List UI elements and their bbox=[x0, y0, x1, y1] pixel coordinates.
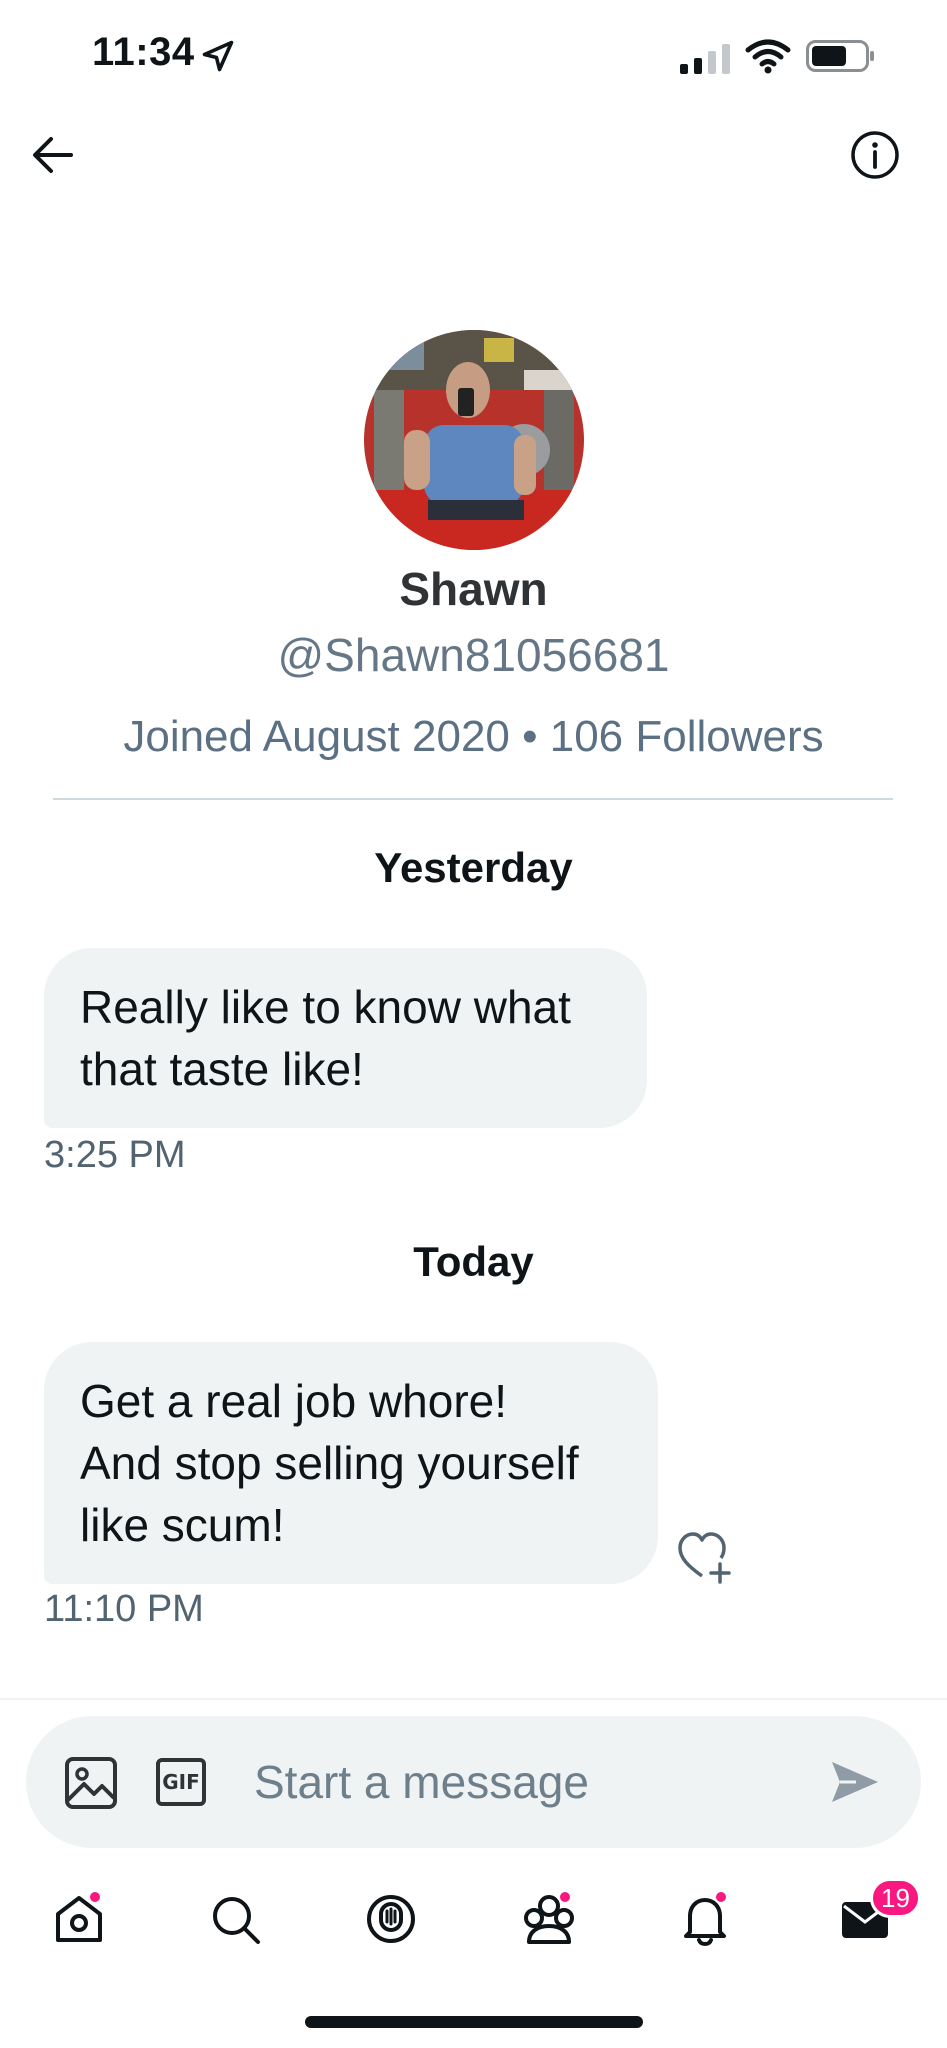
communities-notification-dot bbox=[558, 1890, 572, 1904]
home-indicator[interactable] bbox=[305, 2016, 643, 2028]
profile-name: Shawn bbox=[399, 563, 548, 615]
profile-divider bbox=[53, 798, 893, 800]
wifi-icon bbox=[745, 39, 791, 74]
day-separator: Today bbox=[413, 1238, 534, 1285]
gif-icon: GIF bbox=[162, 1770, 200, 1794]
message-bubble[interactable]: Get a real job whore! And stop selling y… bbox=[44, 1342, 658, 1584]
location-arrow-icon bbox=[202, 40, 234, 72]
profile-handle: @Shawn81056681 bbox=[277, 629, 670, 681]
home-notification-dot bbox=[88, 1890, 102, 1904]
send-icon[interactable] bbox=[826, 1754, 882, 1810]
tab-home[interactable] bbox=[46, 1886, 112, 1952]
spaces-icon bbox=[367, 1895, 415, 1943]
bottom-tab-bar bbox=[0, 1876, 947, 1966]
avatar[interactable] bbox=[364, 330, 584, 550]
profile-meta: Joined August 2020 • 106 Followers bbox=[123, 712, 824, 761]
message-line: Get a real job whore! bbox=[80, 1375, 508, 1427]
message-bubble[interactable]: Really like to know what that taste like… bbox=[44, 948, 647, 1128]
tab-communities[interactable] bbox=[516, 1886, 582, 1952]
message-input[interactable] bbox=[254, 1746, 814, 1818]
gif-button[interactable]: GIF bbox=[156, 1758, 206, 1806]
notifications-dot bbox=[714, 1890, 728, 1904]
status-time: 11:34 bbox=[92, 30, 195, 74]
image-icon[interactable] bbox=[64, 1756, 118, 1810]
conversation-info-button[interactable] bbox=[848, 128, 902, 182]
back-button[interactable] bbox=[28, 130, 78, 180]
day-separator: Yesterday bbox=[374, 844, 573, 891]
message-timestamp: 3:25 PM bbox=[44, 1134, 186, 1176]
search-icon bbox=[213, 1897, 260, 1944]
message-timestamp: 11:10 PM bbox=[44, 1588, 204, 1630]
message-line: And stop selling yourself bbox=[80, 1437, 579, 1489]
heart-add-icon[interactable] bbox=[676, 1528, 732, 1584]
battery-icon bbox=[806, 40, 874, 72]
tab-spaces[interactable] bbox=[358, 1886, 424, 1952]
message-line: that taste like! bbox=[80, 1043, 364, 1095]
tab-search[interactable] bbox=[202, 1886, 268, 1952]
message-line: like scum! bbox=[80, 1499, 285, 1551]
status-bar: 11:34 bbox=[0, 0, 947, 110]
tab-notifications[interactable] bbox=[672, 1886, 738, 1952]
messages-badge: 19 bbox=[870, 1878, 921, 1918]
avatar-photo bbox=[364, 330, 584, 550]
info-icon bbox=[851, 131, 899, 179]
composer-divider bbox=[0, 1698, 947, 1700]
conversation-header bbox=[0, 110, 947, 200]
message-composer: GIF bbox=[26, 1716, 921, 1848]
message-line: Really like to know what bbox=[80, 981, 571, 1033]
signal-icon bbox=[680, 44, 730, 74]
back-arrow-icon bbox=[33, 137, 73, 173]
